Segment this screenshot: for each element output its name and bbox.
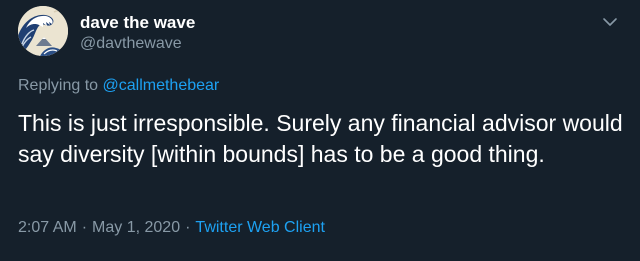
tweet-source-link[interactable]: Twitter Web Client <box>195 219 325 236</box>
chevron-down-icon[interactable] <box>600 12 620 32</box>
tweet-text: This is just irresponsible. Surely any f… <box>18 110 623 167</box>
tweet-time[interactable]: 2:07 AM <box>18 219 77 236</box>
tweet-card: dave the wave @davthewave Replying to @c… <box>0 0 640 261</box>
replying-to-mention-link[interactable]: @callmethebear <box>103 77 220 94</box>
replying-to-label: Replying to <box>18 77 99 94</box>
great-wave-avatar-icon <box>18 6 68 56</box>
separator-dot: · <box>185 219 191 236</box>
tweet-metadata: 2:07 AM · May 1, 2020 · Twitter Web Client <box>18 219 325 237</box>
avatar[interactable] <box>18 6 68 56</box>
user-handle[interactable]: @davthewave <box>80 35 182 53</box>
tweet-date[interactable]: May 1, 2020 <box>92 219 180 236</box>
display-name[interactable]: dave the wave <box>80 13 195 33</box>
separator-dot: · <box>81 219 88 236</box>
replying-to-line: Replying to @callmethebear <box>18 77 219 95</box>
